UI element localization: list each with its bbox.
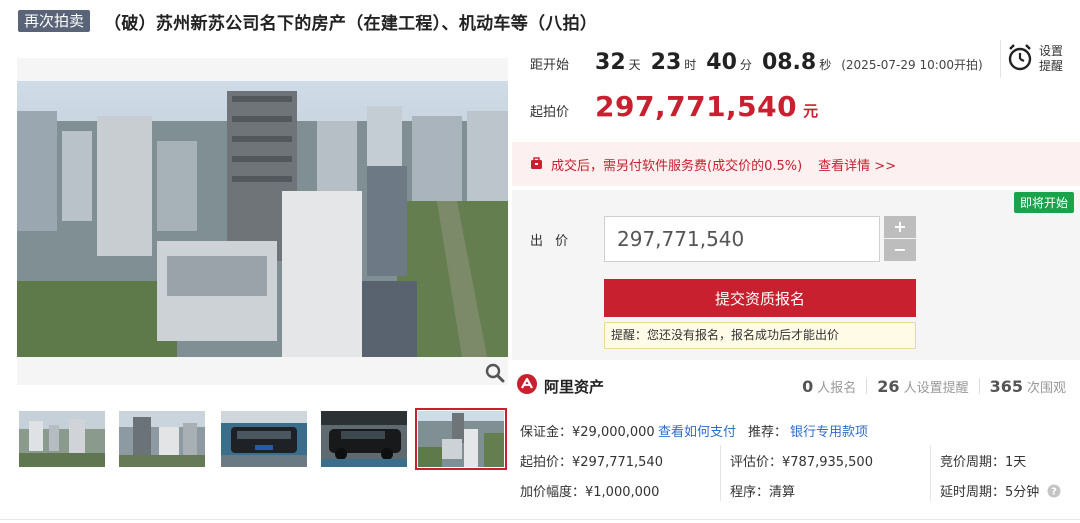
thumbnail-5-active[interactable]: [415, 408, 507, 470]
reminder-label: 设置 提醒: [1039, 44, 1063, 74]
reminder-label-line1: 设置: [1039, 44, 1064, 58]
reminder-count: 26: [877, 376, 900, 396]
brand-row: 阿里资产 0 人报名 26 人设置提醒 365 次围观: [516, 372, 1076, 400]
submit-qualification-button[interactable]: 提交资质报名: [604, 279, 916, 317]
start-price-value: 297,771,540: [595, 90, 798, 123]
service-fee-notice: 成交后，需另付软件服务费(成交价的0.5%) 查看详情 >>: [512, 142, 1080, 186]
column-divider: [720, 445, 721, 501]
set-reminder-button[interactable]: 设置 提醒: [1000, 40, 1076, 78]
reminder-label-line2: 提醒: [1039, 59, 1064, 73]
title-row: 再次拍卖 （破）苏州新苏公司名下的房产（在建工程）、机动车等（八拍）: [18, 8, 597, 34]
countdown-minutes-unit: 分: [739, 58, 752, 72]
page-title: （破）苏州新苏公司名下的房产（在建工程）、机动车等（八拍）: [104, 13, 598, 34]
fee-bag-icon: [530, 155, 543, 174]
signup-label: 人报名: [817, 380, 857, 396]
how-to-pay-link[interactable]: 查看如何支付: [658, 421, 736, 440]
bidding-cycle: 竞价周期：1天: [940, 455, 1027, 470]
ali-assets-logo-icon: [516, 373, 538, 399]
start-price-label: 起拍价: [530, 105, 570, 120]
brand-name: 阿里资产: [544, 377, 605, 396]
countdown-seconds-unit: 秒: [819, 58, 832, 72]
bid-panel: 即将开始 出 价 + − 提交资质报名 提醒：您还没有报名，报名成功后才能出价: [512, 190, 1080, 360]
deposit-info: 保证金：¥29,000,000: [520, 425, 655, 440]
countdown-days: 32: [595, 50, 626, 75]
auction-stats: 0 人报名 26 人设置提醒 365 次围观: [802, 372, 1066, 400]
detail-start-price: 起拍价：¥297,771,540: [520, 455, 663, 470]
bid-amount-input[interactable]: [604, 216, 880, 262]
countdown-row: 距开始 32 天 23 时 40 分 08.8 秒 (2025-07-29 10…: [530, 50, 983, 80]
view-details-link[interactable]: 查看详情 >>: [818, 155, 896, 174]
main-photo[interactable]: [17, 81, 508, 357]
gallery-bottom-strip: [17, 357, 508, 385]
countdown-hours: 23: [650, 50, 682, 75]
auction-start-time: (2025-07-29 10:00开拍): [841, 58, 983, 72]
thumbnail-1[interactable]: [19, 411, 105, 467]
countdown-minutes: 40: [706, 50, 737, 75]
stat-divider: [978, 378, 980, 394]
countdown-hours-unit: 时: [684, 58, 697, 72]
auction-procedure: 程序：清算: [730, 485, 796, 500]
thumbnail-3[interactable]: [221, 411, 307, 467]
view-count: 365: [989, 376, 1023, 396]
countdown-days-unit: 天: [628, 58, 641, 72]
reminder-count-label: 人设置提醒: [903, 380, 969, 396]
bank-payment-link[interactable]: 银行专用款项: [790, 421, 868, 440]
view-label: 次围观: [1026, 380, 1066, 396]
increase-bid-button[interactable]: +: [884, 216, 916, 238]
gallery-top-strip: [17, 58, 508, 81]
bid-increment: 加价幅度：¥1,000,000: [520, 485, 660, 500]
help-icon[interactable]: ?: [1047, 484, 1061, 502]
delay-cycle: 延时周期：5分钟: [940, 485, 1040, 500]
thumbnail-2[interactable]: [119, 411, 205, 467]
city-aerial-photo: [17, 81, 508, 357]
recommend-label: 推荐：: [748, 425, 788, 440]
decrease-bid-button[interactable]: −: [884, 239, 916, 261]
stat-divider: [866, 378, 868, 394]
countdown-seconds: 08.8: [761, 50, 817, 75]
bottom-divider: [0, 519, 1080, 520]
svg-text:?: ?: [1052, 486, 1058, 497]
start-price-unit: 元: [803, 102, 819, 120]
service-fee-text: 成交后，需另付软件服务费(成交价的0.5%): [551, 158, 803, 174]
start-price-row: 起拍价 297,771,540 元: [530, 90, 818, 123]
signup-count: 0: [802, 376, 814, 396]
countdown-label: 距开始: [530, 58, 570, 73]
registration-hint: 提醒：您还没有报名，报名成功后才能出价: [604, 322, 916, 349]
alarm-clock-icon: [1007, 42, 1033, 76]
thumbnail-4[interactable]: [321, 411, 407, 467]
auction-round-tag: 再次拍卖: [18, 10, 91, 32]
appraisal-price: 评估价：¥787,935,500: [730, 455, 873, 470]
bid-label: 出 价: [530, 234, 573, 249]
column-divider: [930, 445, 931, 501]
delay-cycle-row: 延时周期：5分钟 ?: [940, 481, 1061, 502]
status-badge: 即将开始: [1013, 192, 1074, 213]
zoom-icon[interactable]: [484, 362, 506, 384]
